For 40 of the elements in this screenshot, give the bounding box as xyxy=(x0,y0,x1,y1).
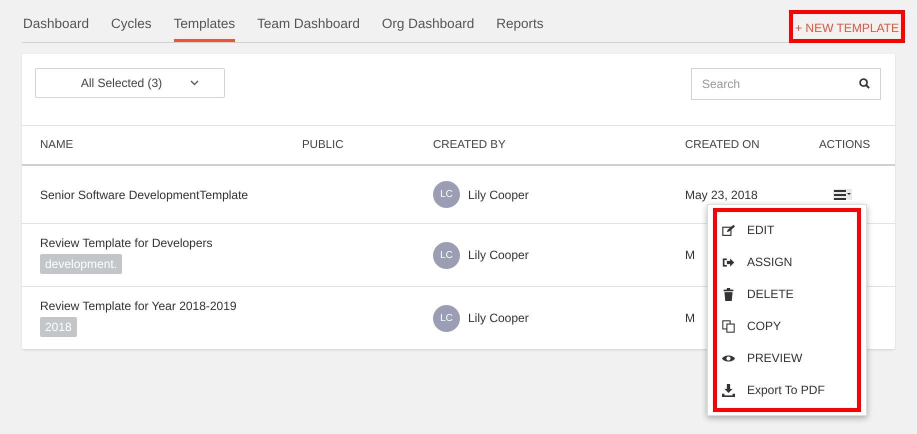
creator-name: Lily Cooper xyxy=(468,188,529,202)
search-icon xyxy=(859,78,870,89)
nav-tab[interactable]: Org Dashboard xyxy=(382,16,474,42)
creator-name: Lily Cooper xyxy=(468,248,529,262)
column-header: PUBLIC xyxy=(302,139,345,151)
user-avatar: LC xyxy=(433,304,460,332)
template-name: Review Template for Developers xyxy=(40,236,213,250)
column-header: ACTIONS xyxy=(819,139,872,151)
menu-item[interactable]: COPY xyxy=(717,310,857,342)
nav-tab[interactable]: Dashboard xyxy=(23,16,90,42)
creator-name: Lily Cooper xyxy=(468,311,529,325)
nav-tab[interactable]: Reports xyxy=(496,16,544,42)
nav-tab[interactable]: Templates xyxy=(174,16,236,42)
created-date: May 23, 2018 xyxy=(685,188,759,202)
template-name: Review Template for Year 2018-2019 xyxy=(40,299,237,313)
menu-item[interactable]: EDIT xyxy=(717,214,857,246)
template-name: Senior Software DevelopmentTemplate xyxy=(40,188,248,202)
menu-item[interactable]: DELETE xyxy=(717,278,857,310)
search-field[interactable]: Search xyxy=(691,68,881,100)
column-header: NAME xyxy=(40,139,74,151)
trash-icon xyxy=(722,288,735,300)
menu-icon[interactable] xyxy=(833,189,852,200)
menu-item[interactable]: ASSIGN xyxy=(717,246,857,278)
filter-dropdown[interactable]: All Selected (3) xyxy=(35,68,225,98)
download-icon xyxy=(722,384,735,396)
chevron-down-icon xyxy=(190,80,200,86)
template-tag: 2018 xyxy=(40,317,77,337)
edit-icon xyxy=(722,224,735,236)
sign-in-icon xyxy=(722,256,735,268)
created-date: M xyxy=(685,311,696,325)
user-avatar: LC xyxy=(433,181,460,208)
column-header: CREATED BY xyxy=(433,139,507,151)
nav-tab[interactable]: Cycles xyxy=(111,16,152,42)
template-tag: development. xyxy=(40,254,122,274)
menu-item[interactable]: PREVIEW xyxy=(717,342,857,374)
column-header: CREATED ON xyxy=(685,139,761,151)
copy-icon xyxy=(722,320,735,332)
nav-tab[interactable]: Team Dashboard xyxy=(257,16,360,42)
user-avatar: LC xyxy=(433,242,460,268)
menu-item[interactable]: Export To PDF xyxy=(717,374,857,406)
